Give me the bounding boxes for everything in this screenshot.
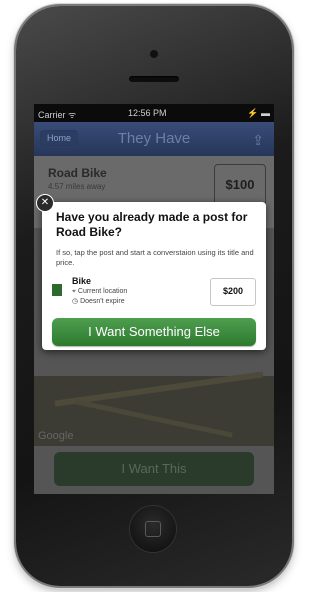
- carrier-label: Carrier ᯤ: [38, 110, 77, 120]
- home-square-icon: [145, 521, 161, 537]
- map-view[interactable]: Google: [34, 371, 274, 446]
- dialog-text: If so, tap the post and start a converst…: [56, 248, 254, 267]
- map-logo: Google: [38, 430, 74, 442]
- clock-time: 12:56 PM: [128, 108, 167, 118]
- close-icon[interactable]: ✕: [36, 194, 54, 212]
- clock-icon: ◷: [72, 298, 81, 305]
- i-want-this-button[interactable]: I Want This: [54, 452, 254, 486]
- battery-icon: ⚡ ▬: [247, 108, 270, 118]
- post-tag-icon: [52, 284, 62, 296]
- map-road: [75, 399, 233, 438]
- listing-price-box: $100: [214, 164, 266, 206]
- post-location: ⌖ Current location: [72, 288, 127, 296]
- post-expiry: ◷ Doesn't expire: [72, 297, 125, 305]
- dialog-title: Have you already made a post for Road Bi…: [56, 210, 248, 239]
- listing-distance: 4.57 miles away: [48, 182, 106, 191]
- listing-price: $100: [225, 177, 255, 192]
- post-expiry-text: Doesn't expire: [80, 298, 125, 305]
- share-icon[interactable]: ⇪: [252, 132, 264, 149]
- listing-title: Road Bike: [48, 166, 107, 180]
- status-bar: Carrier ᯤ 12:56 PM ⚡ ▬: [34, 104, 274, 122]
- home-button[interactable]: [130, 506, 176, 552]
- i-want-something-else-button[interactable]: I Want Something Else: [52, 318, 256, 346]
- phone-frame: Carrier ᯤ 12:56 PM ⚡ ▬ Home They Have ⇪ …: [16, 6, 292, 586]
- screen: Carrier ᯤ 12:56 PM ⚡ ▬ Home They Have ⇪ …: [34, 104, 274, 494]
- post-price: $200: [222, 286, 244, 296]
- post-title: Bike: [72, 276, 92, 286]
- nav-bar: Home They Have ⇪: [34, 122, 274, 156]
- post-prompt-dialog: ✕ Have you already made a post for Road …: [36, 194, 266, 350]
- earpiece-speaker: [129, 76, 179, 82]
- existing-post-item[interactable]: Bike ⌖ Current location ◷ Doesn't expire…: [52, 274, 256, 312]
- page-title: They Have: [117, 130, 191, 147]
- post-price-box: $200: [210, 278, 256, 306]
- back-button[interactable]: Home: [40, 130, 79, 146]
- front-camera: [150, 50, 158, 58]
- post-location-text: Current location: [77, 288, 128, 295]
